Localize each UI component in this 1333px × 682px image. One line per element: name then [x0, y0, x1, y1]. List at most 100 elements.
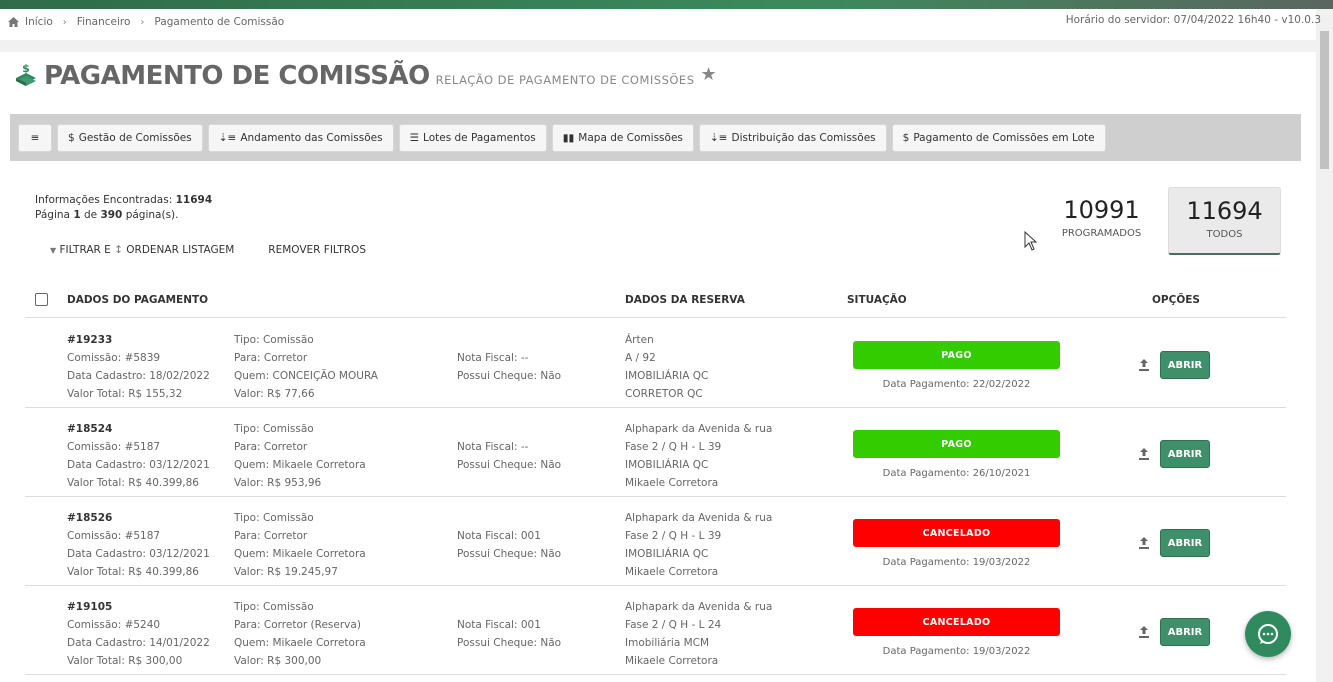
- upload-icon[interactable]: [1139, 537, 1149, 549]
- created-date: Data Cadastro: 18/02/2022: [67, 370, 210, 382]
- open-button[interactable]: ABRIR: [1160, 351, 1210, 379]
- commission-id: Comissão: #5240: [67, 619, 161, 631]
- pagamento-lote-button[interactable]: $ Pagamento de Comissões em Lote: [891, 123, 1106, 152]
- reserve-unit: Fase 2 / Q H - L 39: [625, 530, 722, 542]
- payment-col-3: Nota Fiscal: -- Possui Cheque: Não: [457, 438, 561, 474]
- payment-col-3: Nota Fiscal: 001 Possui Cheque: Não: [457, 616, 561, 652]
- created-date: Data Cadastro: 03/12/2021: [67, 548, 210, 560]
- upload-icon[interactable]: [1139, 626, 1149, 638]
- status-badge: PAGO: [853, 341, 1060, 369]
- counter-value: 10991: [1063, 196, 1140, 224]
- created-date: Data Cadastro: 14/01/2022: [67, 637, 210, 649]
- breadcrumb-current: Pagamento de Comissão: [154, 16, 285, 28]
- reserve-agency: IMOBILIÁRIA QC: [625, 370, 709, 382]
- select-all-checkbox[interactable]: [35, 293, 48, 306]
- chat-button[interactable]: [1245, 611, 1291, 657]
- counter-label: PROGRAMADOS: [1061, 228, 1142, 239]
- scrollbar-thumb[interactable]: [1320, 31, 1329, 169]
- open-button[interactable]: ABRIR: [1160, 618, 1210, 646]
- total-value: Valor Total: R$ 40.399,86: [67, 477, 199, 489]
- star-icon[interactable]: ★: [701, 64, 717, 85]
- commission-id: Comissão: #5839: [67, 352, 161, 364]
- button-label: Pagamento de Comissões em Lote: [913, 131, 1095, 144]
- reserve-project: Árten: [625, 334, 654, 346]
- dollar-icon: $: [902, 131, 910, 144]
- button-label: Gestão de Comissões: [78, 131, 192, 144]
- reserve-unit: Fase 2 / Q H - L 24: [625, 619, 722, 631]
- counter-label: TODOS: [1206, 229, 1243, 240]
- payment-id: #19233: [67, 334, 113, 346]
- counter-todos[interactable]: 11694 TODOS: [1168, 187, 1281, 255]
- map-icon: ▮▮: [562, 131, 575, 144]
- menu-button[interactable]: ≡: [18, 123, 52, 152]
- button-label: Andamento das Comissões: [240, 131, 383, 144]
- remove-filters-link[interactable]: REMOVER FILTROS: [268, 244, 366, 256]
- status-badge: CANCELADO: [853, 519, 1060, 547]
- payment-type: Tipo: Comissão: [234, 512, 314, 524]
- counter-programados[interactable]: 10991 PROGRAMADOS: [1045, 187, 1158, 255]
- payment-date: Data Pagamento: 19/03/2022: [882, 557, 1031, 568]
- filter-icon: ▼: [50, 246, 57, 255]
- server-time: Horário do servidor: 07/04/2022 16h40 - …: [1065, 14, 1321, 26]
- home-icon[interactable]: [8, 17, 19, 27]
- commission-id: Comissão: #5187: [67, 530, 161, 542]
- payment-id: #19105: [67, 601, 113, 613]
- sort-icon: ⇣≡: [709, 131, 728, 144]
- payment-col-3: Nota Fiscal: -- Possui Cheque: Não: [457, 349, 561, 385]
- has-check: Possui Cheque: Não: [457, 548, 562, 560]
- payment-date: Data Pagamento: 19/03/2022: [882, 646, 1031, 657]
- order-label: ORDENAR LISTAGEM: [126, 244, 235, 256]
- open-button[interactable]: ABRIR: [1160, 529, 1210, 557]
- invoice: Nota Fiscal: --: [457, 441, 529, 453]
- filter-order-link[interactable]: ▼ FILTRAR E ↕ ORDENAR LISTAGEM: [50, 244, 234, 256]
- payment-to: Para: Corretor: [234, 530, 308, 542]
- invoice: Nota Fiscal: 001: [457, 530, 541, 542]
- menu-icon: ≡: [30, 131, 40, 144]
- page-title: PAGAMENTO DE COMISSÃO: [44, 61, 430, 91]
- reserve-project: Alphapark da Avenida & rua: [625, 601, 773, 613]
- page-prefix: Página: [35, 209, 70, 221]
- status-badge: PAGO: [853, 430, 1060, 458]
- chevron-right-icon: ›: [140, 16, 145, 28]
- payment-col-1: #19233 Comissão: #5839 Data Cadastro: 18/0…: [67, 331, 210, 403]
- payment-date: Data Pagamento: 26/10/2021: [882, 468, 1031, 479]
- table-row: #18526 Comissão: #5187 Data Cadastro: 03/1…: [25, 497, 1286, 586]
- reserve-broker: Mikaele Corretora: [625, 655, 719, 667]
- mapa-comissoes-button[interactable]: ▮▮ Mapa de Comissões: [551, 123, 694, 152]
- open-button[interactable]: ABRIR: [1160, 440, 1210, 468]
- payment-col-1: #19105 Comissão: #5240 Data Cadastro: 14/0…: [67, 598, 210, 670]
- reserve-project: Alphapark da Avenida & rua: [625, 423, 773, 435]
- payment-to: Para: Corretor: [234, 352, 308, 364]
- payment-to: Para: Corretor (Reserva): [234, 619, 361, 631]
- distribuicao-comissoes-button[interactable]: ⇣≡ Distribuição das Comissões: [698, 123, 887, 152]
- button-label: Lotes de Pagamentos: [423, 131, 536, 144]
- page-current: 1: [73, 209, 81, 221]
- payment-type: Tipo: Comissão: [234, 601, 314, 613]
- has-check: Possui Cheque: Não: [457, 370, 562, 382]
- upload-icon[interactable]: [1139, 359, 1149, 371]
- total-value: Valor Total: R$ 155,32: [67, 388, 183, 400]
- invoice: Nota Fiscal: --: [457, 352, 529, 364]
- list-icon: ☰: [409, 131, 420, 144]
- header-status: SITUAÇÃO: [847, 294, 907, 306]
- payment-date: Data Pagamento: 22/02/2022: [882, 379, 1031, 390]
- payment-type: Tipo: Comissão: [234, 334, 314, 346]
- button-label: Distribuição das Comissões: [731, 131, 876, 144]
- reserve-broker: Mikaele Corretora: [625, 566, 719, 578]
- table-row: #19105 Comissão: #5240 Data Cadastro: 14/0…: [25, 586, 1286, 675]
- reserve-broker: Mikaele Corretora: [625, 477, 719, 489]
- upload-icon[interactable]: [1139, 448, 1149, 460]
- breadcrumb-home[interactable]: Início: [25, 16, 53, 28]
- breadcrumb-financeiro[interactable]: Financeiro: [77, 16, 131, 28]
- payment-who: Quem: Mikaele Corretora: [234, 548, 366, 560]
- button-label: Mapa de Comissões: [578, 131, 683, 144]
- found-label: Informações Encontradas:: [35, 194, 173, 206]
- scrollbar[interactable]: [1316, 9, 1333, 682]
- andamento-comissoes-button[interactable]: ⇣≡ Andamento das Comissões: [207, 123, 394, 152]
- header-payment: DADOS DO PAGAMENTO: [67, 294, 209, 306]
- payment-col-2: Tipo: Comissão Para: Corretor (Reserva) Qu…: [234, 598, 366, 670]
- table-row: #18524 Comissão: #5187 Data Cadastro: 03/1…: [25, 408, 1286, 497]
- lotes-pagamentos-button[interactable]: ☰ Lotes de Pagamentos: [398, 123, 547, 152]
- gestao-comissoes-button[interactable]: $ Gestão de Comissões: [57, 123, 203, 152]
- header-reserve: DADOS DA RESERVA: [625, 294, 745, 306]
